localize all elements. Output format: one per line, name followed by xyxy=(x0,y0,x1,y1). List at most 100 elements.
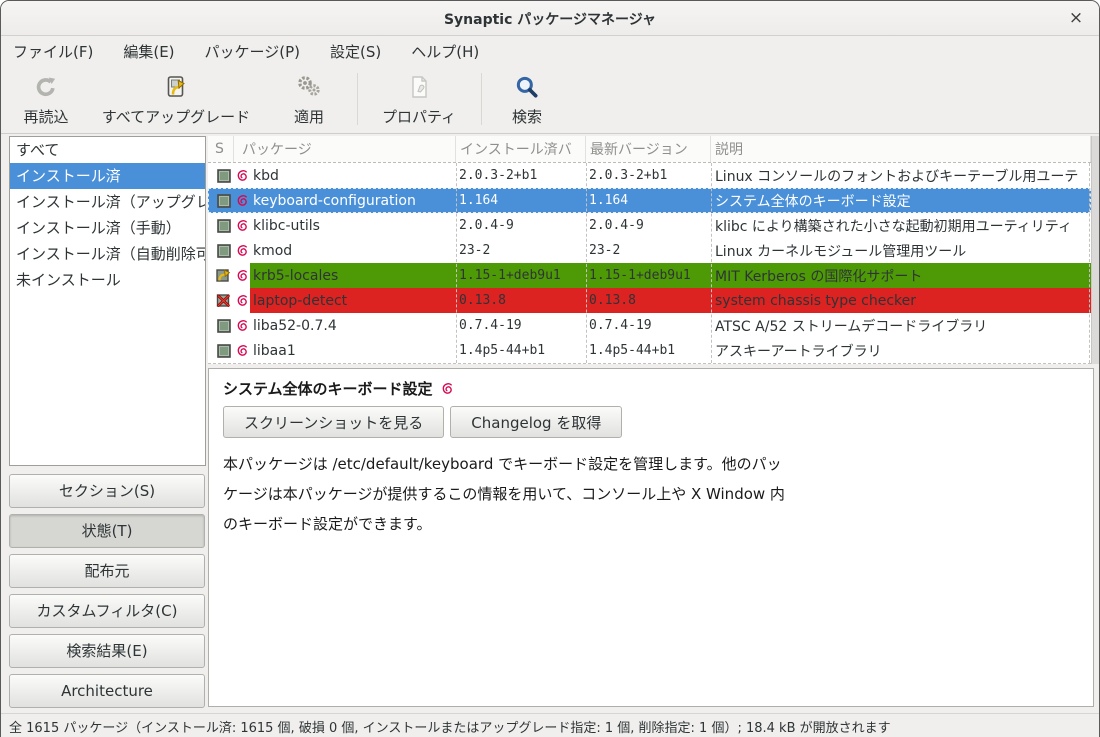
status-cell[interactable] xyxy=(208,163,234,188)
sidebar-view-buttons: セクション(S) 状態(T) 配布元カスタムフィルタ(C) 検索結果(E) Archit… xyxy=(9,474,205,714)
table-body: kbd 2.0.3-2+b1 2.0.3-2+b1 Linux コンソールのフォ… xyxy=(208,162,1091,364)
apply-button[interactable]: 適用 xyxy=(267,73,351,127)
sidebar-filter-item[interactable]: インストール済 xyxy=(10,163,205,189)
close-icon[interactable]: × xyxy=(1065,7,1087,29)
status-installed-icon xyxy=(217,244,231,258)
properties-icon xyxy=(407,73,431,101)
swirl-cell xyxy=(234,338,250,363)
swirl-cell xyxy=(234,213,250,238)
table-row[interactable]: kmod 23-2 23-2 Linux カーネルモジュール管理用ツール xyxy=(208,238,1091,263)
reload-button[interactable]: 再読込 xyxy=(7,73,85,127)
status-cell[interactable] xyxy=(208,288,234,313)
status-cell[interactable] xyxy=(208,338,234,363)
latest-version: 1.164 xyxy=(586,188,711,213)
sidebar-filter-item[interactable]: 未インストール xyxy=(10,267,205,293)
titlebar: Synaptic パッケージマネージャ × xyxy=(1,1,1099,36)
search-icon xyxy=(514,73,540,101)
package-description: system chassis type checker xyxy=(711,288,1091,313)
debian-swirl-icon xyxy=(236,169,249,182)
table-bottom-line xyxy=(208,363,1091,364)
menubar: ファイル(F) 編集(E) パッケージ(P) 設定(S) ヘルプ(H) xyxy=(1,37,1099,65)
table-row[interactable]: klibc-utils 2.0.4-9 2.0.4-9 klibc により構築さ… xyxy=(208,213,1091,238)
upgrade-all-icon xyxy=(164,73,188,101)
menu-settings[interactable]: 設定(S) xyxy=(330,41,381,62)
statusbar-text: 全 1615 パッケージ（インストール済: 1615 個, 破損 0 個, イン… xyxy=(9,717,891,736)
installed-version: 1.15-1+deb9u1 xyxy=(456,263,586,288)
sidebar-button[interactable]: セクション(S) xyxy=(9,474,205,508)
installed-version: 1.4p5-44+b1 xyxy=(456,338,586,363)
sidebar-filter-item[interactable]: インストール済（アップグレ xyxy=(10,189,205,215)
sidebar-button[interactable]: 配布元 xyxy=(9,554,205,588)
latest-version: 1.4p5-44+b1 xyxy=(586,338,711,363)
column-header-status[interactable]: S xyxy=(208,136,234,162)
menu-help[interactable]: ヘルプ(H) xyxy=(411,41,479,62)
search-label: 検索 xyxy=(512,106,542,127)
details-pane: システム全体のキーボード設定 スクリーンショットを見る Changelog を取… xyxy=(208,368,1094,707)
package-description: アスキーアートライブラリ xyxy=(711,338,1091,363)
column-header-description[interactable]: 説明 xyxy=(711,136,1091,162)
table-row[interactable]: liba52-0.7.4 0.7.4-19 0.7.4-19 ATSC A/52… xyxy=(208,313,1091,338)
toolbar-separator xyxy=(481,73,482,125)
apply-gears-icon xyxy=(295,73,323,101)
sidebar-filter-item[interactable]: すべて xyxy=(10,137,205,163)
package-description: klibc により構築された小さな起動初期用ユーティリティ xyxy=(711,213,1091,238)
status-cell[interactable] xyxy=(208,313,234,338)
swirl-cell xyxy=(234,238,250,263)
properties-button[interactable]: プロパティ xyxy=(373,73,465,127)
debian-swirl-icon xyxy=(441,382,454,395)
synaptic-window: Synaptic パッケージマネージャ × ファイル(F) 編集(E) パッケー… xyxy=(0,0,1100,737)
table-row[interactable]: keyboard-configuration 1.164 1.164 システム全… xyxy=(208,188,1091,213)
screenshot-button[interactable]: スクリーンショットを見る xyxy=(223,406,444,438)
properties-label: プロパティ xyxy=(382,106,456,127)
sidebar-filter-item[interactable]: インストール済（自動削除可 xyxy=(10,241,205,267)
package-description: システム全体のキーボード設定 xyxy=(711,188,1091,213)
vertical-scrollbar[interactable] xyxy=(1091,136,1100,364)
toolbar: 再読込 すべてアップグレード 適 xyxy=(1,65,1099,134)
installed-version: 2.0.4-9 xyxy=(456,213,586,238)
window-title: Synaptic パッケージマネージャ xyxy=(1,9,1099,29)
status-cell[interactable] xyxy=(208,238,234,263)
menu-edit[interactable]: 編集(E) xyxy=(123,41,174,62)
changelog-button[interactable]: Changelog を取得 xyxy=(450,406,622,438)
column-header-latest-version[interactable]: 最新バージョン xyxy=(586,136,711,162)
search-button[interactable]: 検索 xyxy=(493,73,561,127)
status-cell[interactable] xyxy=(208,213,234,238)
status-upgrade-icon xyxy=(216,268,231,283)
upgrade-all-button[interactable]: すべてアップグレード xyxy=(101,73,251,127)
latest-version: 2.0.4-9 xyxy=(586,213,711,238)
statusbar: 全 1615 パッケージ（インストール済: 1615 個, 破損 0 個, イン… xyxy=(1,713,1099,737)
table-row[interactable]: kbd 2.0.3-2+b1 2.0.3-2+b1 Linux コンソールのフォ… xyxy=(208,163,1091,188)
menu-file[interactable]: ファイル(F) xyxy=(13,41,93,62)
status-installed-icon xyxy=(217,169,231,183)
status-cell[interactable] xyxy=(208,188,234,213)
table-row[interactable]: libaa1 1.4p5-44+b1 1.4p5-44+b1 アスキーアートライ… xyxy=(208,338,1091,363)
sidebar-button[interactable]: 検索結果(E) xyxy=(9,634,205,668)
menu-package[interactable]: パッケージ(P) xyxy=(205,41,300,62)
installed-version: 23-2 xyxy=(456,238,586,263)
table-row[interactable]: laptop-detect 0.13.8 0.13.8 system chass… xyxy=(208,288,1091,313)
swirl-cell xyxy=(234,263,250,288)
table-row[interactable]: krb5-locales 1.15-1+deb9u1 1.15-1+deb9u1… xyxy=(208,263,1091,288)
reload-icon xyxy=(33,73,59,101)
package-table: S パッケージ インストール済バ 最新バージョン 説明 kbd 2.0.3-2+… xyxy=(208,136,1091,364)
package-name: liba52-0.7.4 xyxy=(250,313,456,338)
sidebar-button[interactable]: 状態(T) xyxy=(9,514,205,548)
reload-label: 再読込 xyxy=(23,106,68,127)
package-name: klibc-utils xyxy=(250,213,456,238)
column-header-installed-version[interactable]: インストール済バ xyxy=(456,136,586,162)
installed-version: 0.7.4-19 xyxy=(456,313,586,338)
installed-version: 2.0.3-2+b1 xyxy=(456,163,586,188)
package-description: MIT Kerberos の国際化サポート xyxy=(711,263,1091,288)
toolbar-separator xyxy=(357,73,358,125)
status-cell[interactable] xyxy=(208,263,234,288)
status-installed-icon xyxy=(217,219,231,233)
sidebar-filter-item[interactable]: インストール済（手動） xyxy=(10,215,205,241)
sidebar-button[interactable]: Architecture xyxy=(9,674,205,708)
status-installed-icon xyxy=(217,194,231,208)
column-header-package[interactable]: パッケージ xyxy=(234,136,456,162)
package-name: laptop-detect xyxy=(250,288,456,313)
debian-swirl-icon xyxy=(236,194,249,207)
details-description: 本パッケージは /etc/default/keyboard でキーボード設定を管… xyxy=(223,449,1093,539)
debian-swirl-icon xyxy=(236,219,249,232)
sidebar-button[interactable]: カスタムフィルタ(C) xyxy=(9,594,205,628)
